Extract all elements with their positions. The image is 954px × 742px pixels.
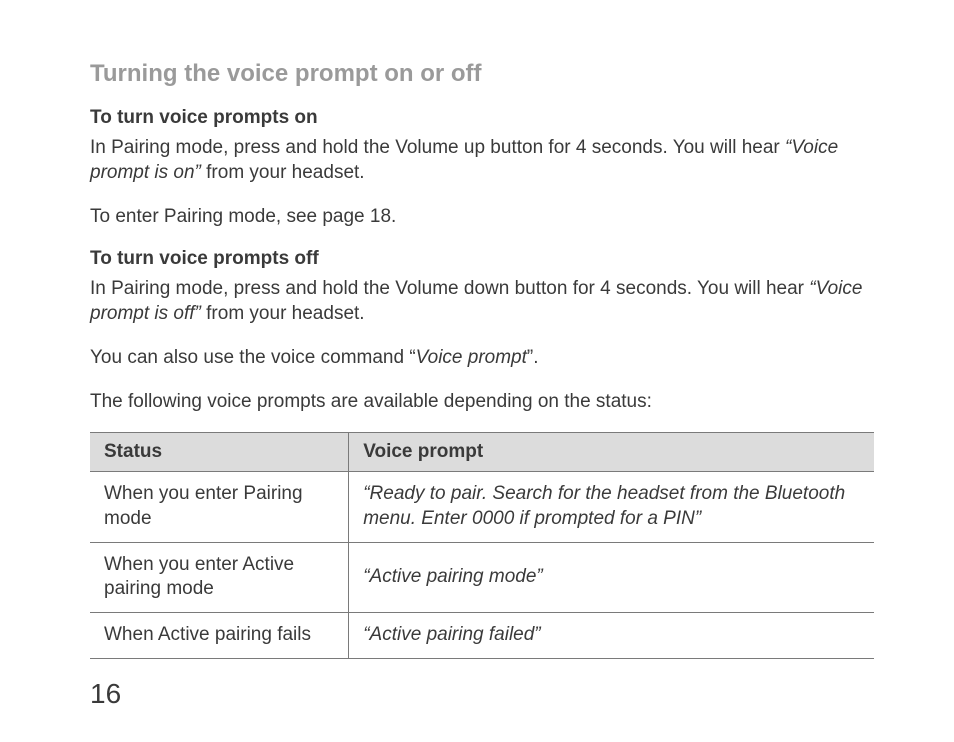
text-run: In Pairing mode, press and hold the Volu…: [90, 137, 785, 158]
paragraph: In Pairing mode, press and hold the Volu…: [90, 276, 874, 327]
paragraph: To enter Pairing mode, see page 18.: [90, 204, 874, 230]
text-run: from your headset.: [201, 303, 365, 324]
text-run: from your headset.: [201, 162, 365, 183]
table-cell-prompt: “Ready to pair. Search for the headset f…: [349, 472, 874, 542]
section-title: Turning the voice prompt on or off: [90, 60, 874, 89]
table-row: When you enter Pairing mode “Ready to pa…: [90, 472, 874, 542]
table-row: When you enter Active pairing mode “Acti…: [90, 542, 874, 612]
paragraph: The following voice prompts are availabl…: [90, 389, 874, 415]
table-row: When Active pairing fails “Active pairin…: [90, 613, 874, 659]
table-cell-status: When you enter Pairing mode: [90, 472, 349, 542]
page-number: 16: [90, 678, 121, 710]
text-run: ”.: [527, 347, 539, 368]
table-cell-prompt: “Active pairing mode”: [349, 542, 874, 612]
subheading-off: To turn voice prompts off: [90, 248, 874, 270]
paragraph: In Pairing mode, press and hold the Volu…: [90, 135, 874, 186]
table-cell-status: When you enter Active pairing mode: [90, 542, 349, 612]
table-header-prompt: Voice prompt: [349, 433, 874, 472]
subheading-on: To turn voice prompts on: [90, 107, 874, 129]
text-run: You can also use the voice command “: [90, 347, 416, 368]
table-cell-status: When Active pairing fails: [90, 613, 349, 659]
paragraph: You can also use the voice command “Voic…: [90, 345, 874, 371]
voice-prompt-table: Status Voice prompt When you enter Pairi…: [90, 432, 874, 658]
manual-page: Turning the voice prompt on or off To tu…: [0, 0, 954, 742]
table-header-row: Status Voice prompt: [90, 433, 874, 472]
text-run: In Pairing mode, press and hold the Volu…: [90, 278, 809, 299]
table-header-status: Status: [90, 433, 349, 472]
table-cell-prompt: “Active pairing failed”: [349, 613, 874, 659]
text-run-italic: Voice prompt: [416, 347, 527, 368]
